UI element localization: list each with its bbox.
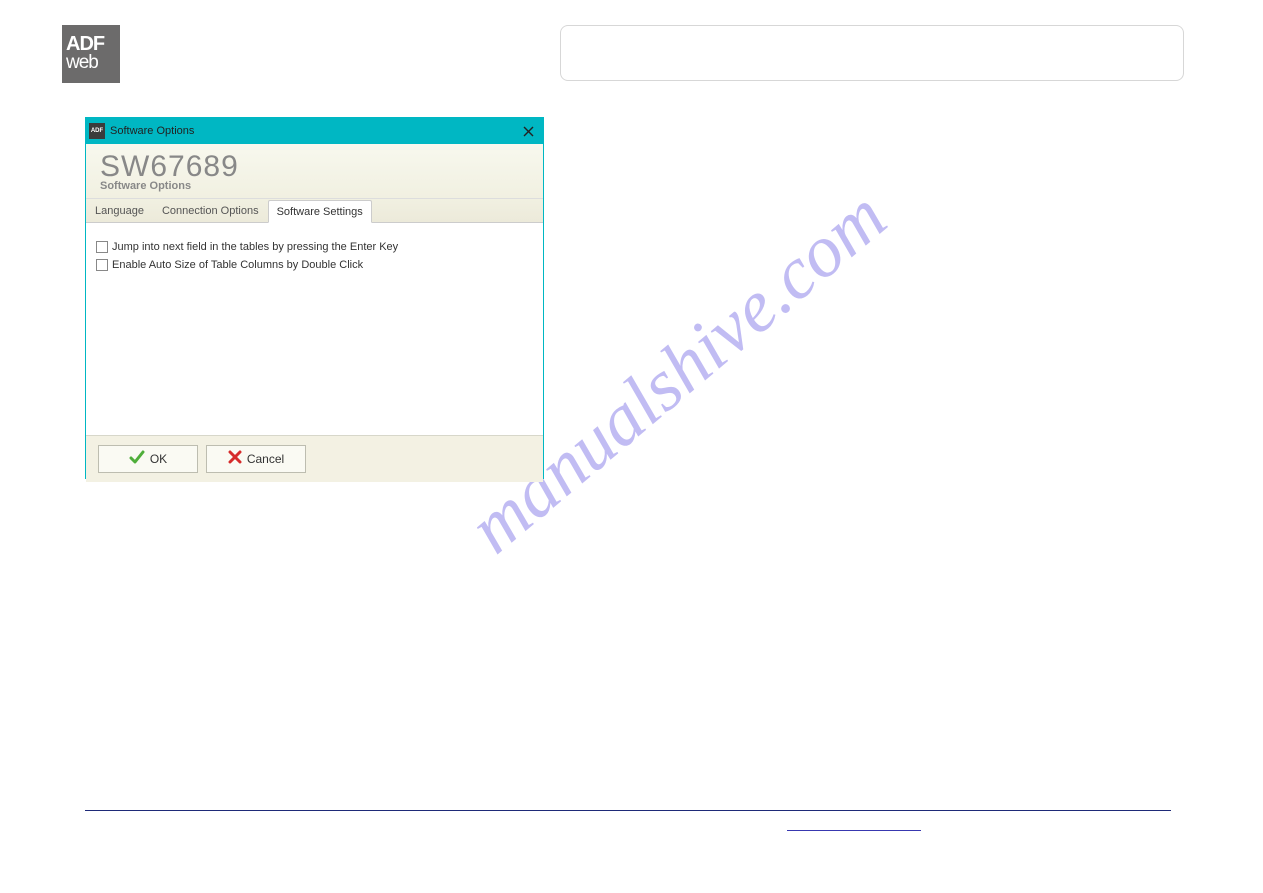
check-icon (129, 450, 145, 468)
checkbox-label: Jump into next field in the tables by pr… (112, 241, 398, 253)
footer-link-underline (787, 830, 921, 831)
adfweb-logo: ADF web (62, 25, 120, 83)
dialog-header: SW67689 Software Options (86, 144, 543, 199)
footer-separator (85, 810, 1171, 811)
ok-label: OK (150, 452, 167, 466)
checkbox-row-jump-next-field[interactable]: Jump into next field in the tables by pr… (96, 241, 533, 253)
dialog-app-icon: ADF (89, 123, 105, 139)
cancel-button[interactable]: Cancel (206, 445, 306, 473)
dialog-title: Software Options (110, 125, 513, 137)
tab-language[interactable]: Language (86, 199, 153, 222)
checkbox-row-auto-size[interactable]: Enable Auto Size of Table Columns by Dou… (96, 259, 533, 271)
ok-button[interactable]: OK (98, 445, 198, 473)
dialog-subtitle: Software Options (100, 180, 529, 192)
top-blank-panel (560, 25, 1184, 81)
checkbox-label: Enable Auto Size of Table Columns by Dou… (112, 259, 363, 271)
close-icon[interactable] (513, 118, 543, 144)
checkbox-jump-next-field[interactable] (96, 241, 108, 253)
software-options-dialog: ADF Software Options SW67689 Software Op… (85, 117, 544, 479)
tab-software-settings[interactable]: Software Settings (268, 200, 372, 223)
dialog-titlebar: ADF Software Options (86, 118, 543, 144)
cancel-label: Cancel (247, 452, 284, 466)
dialog-tabs: Language Connection Options Software Set… (86, 199, 543, 223)
x-icon (228, 450, 242, 468)
tab-connection-options[interactable]: Connection Options (153, 199, 268, 222)
tab-panel-software-settings: Jump into next field in the tables by pr… (86, 223, 543, 436)
dialog-button-row: OK Cancel (86, 436, 543, 482)
checkbox-auto-size[interactable] (96, 259, 108, 271)
dialog-code: SW67689 (100, 150, 529, 184)
logo-line-2: web (66, 54, 120, 72)
